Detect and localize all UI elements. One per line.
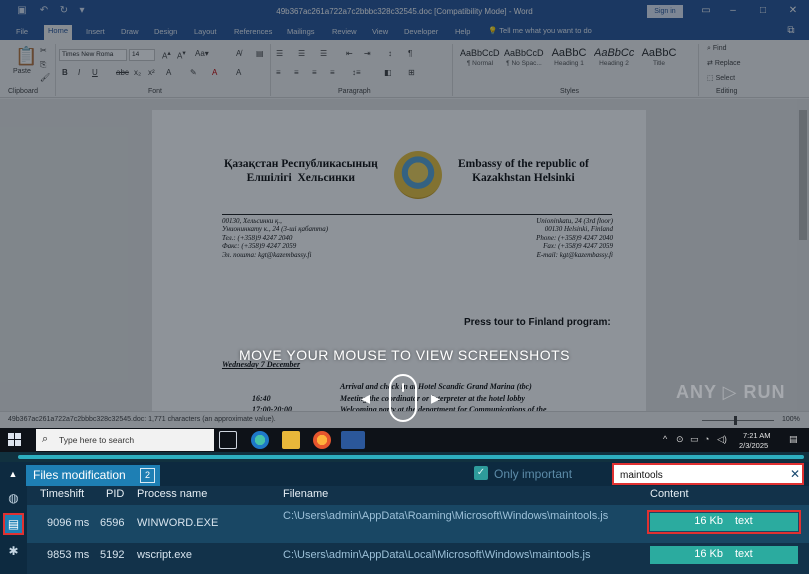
column-header-timeshift[interactable]: Timeshift (40, 488, 84, 500)
content-highlight: 16 Kb text (647, 510, 801, 534)
arrow-left-icon: ◂ (361, 388, 371, 408)
panel-side-rail: ◍ ▤ ✱ (0, 486, 27, 574)
screenshot-dim-overlay (0, 0, 809, 428)
notifications-icon[interactable]: ▤ (789, 434, 798, 445)
collapse-arrow-icon[interactable]: ▲ (4, 465, 22, 483)
windows-taskbar: ⌕ Type here to search ^ ⊙ ▭ ◔ ◁) 7:21 AM… (0, 428, 809, 452)
clear-filter-icon[interactable]: ✕ (788, 466, 802, 482)
content-badge[interactable]: 16 Kb text (650, 546, 798, 564)
network-icon[interactable]: ⊙ (676, 434, 684, 445)
filter-input[interactable] (620, 468, 780, 482)
task-view-icon[interactable] (219, 431, 237, 449)
clock-time[interactable]: 7:21 AM (743, 431, 771, 440)
bug-icon[interactable]: ✱ (3, 540, 24, 562)
battery-icon[interactable]: ▭ (690, 434, 699, 445)
search-icon: ⌕ (42, 433, 49, 445)
filter-field[interactable]: ✕ (612, 463, 804, 485)
checkbox-checked-icon[interactable]: ✓ (474, 466, 488, 480)
cell-filename: C:\Users\admin\AppData\Roaming\Microsoft… (283, 510, 609, 522)
cell-timeshift: 9853 ms (47, 549, 90, 561)
column-header-process[interactable]: Process name (137, 488, 207, 500)
sandbox-viewer: ▣ ↶ ↻ ▾ 49b367ac261a722a7c2bbbc328c32545… (0, 0, 809, 574)
table-row[interactable]: 9853 ms 5192 wscript.exe C:\Users\admin\… (27, 543, 809, 574)
column-header-content[interactable]: Content (650, 488, 689, 500)
cell-filename: C:\Users\admin\AppData\Local\Microsoft\W… (283, 549, 591, 561)
cell-process: WINWORD.EXE (137, 517, 219, 529)
content-badge[interactable]: 16 Kb text (650, 513, 798, 531)
taskbar-search-placeholder: Type here to search (59, 435, 135, 445)
volume-icon[interactable]: ◁) (717, 434, 727, 445)
panel-header: ▲ Files modification 2 ✓ Only important … (0, 462, 809, 486)
count-badge: 2 (140, 468, 155, 483)
tray-overflow-icon[interactable]: ^ (663, 434, 667, 444)
arrow-right-icon: ▸ (431, 388, 441, 408)
content-kind: text (735, 515, 753, 527)
cell-pid: 6596 (100, 517, 125, 529)
cell-timeshift: 9096 ms (47, 517, 90, 529)
hover-hint: MOVE YOUR MOUSE TO VIEW SCREENSHOTS (239, 347, 570, 363)
firefox-icon[interactable] (313, 431, 331, 449)
anyrun-watermark: ANY ▷ RUN (676, 382, 786, 402)
timeline-progress[interactable] (18, 455, 804, 459)
column-header-filename[interactable]: Filename (283, 488, 328, 500)
column-header-pid[interactable]: PID (106, 488, 124, 500)
content-size: 16 Kb (694, 515, 723, 527)
word-taskbar-icon[interactable] (341, 431, 365, 449)
only-important-label: Only important (494, 467, 573, 481)
windows-start-icon[interactable] (8, 433, 22, 447)
file-icon[interactable]: ▤ (3, 513, 24, 535)
table-row[interactable]: 9096 ms 6596 WINWORD.EXE C:\Users\admin\… (27, 505, 809, 543)
network-globe-icon[interactable]: ◍ (3, 487, 24, 509)
file-explorer-icon[interactable] (282, 431, 300, 449)
files-modification-tab[interactable]: Files modification 2 (26, 465, 160, 486)
taskbar-search[interactable]: ⌕ Type here to search (36, 429, 214, 451)
files-modification-panel: ▲ Files modification 2 ✓ Only important … (0, 462, 809, 574)
edge-icon[interactable] (251, 431, 269, 449)
content-size: 16 Kb (694, 548, 723, 560)
clock-date[interactable]: 2/3/2025 (739, 441, 768, 450)
word-window-screenshot[interactable]: ▣ ↶ ↻ ▾ 49b367ac261a722a7c2bbbc328c32545… (0, 0, 809, 428)
cell-process: wscript.exe (137, 549, 193, 561)
mouse-icon (389, 374, 417, 422)
wifi-icon[interactable]: ◔ (704, 434, 709, 444)
content-kind: text (735, 548, 753, 560)
cell-pid: 5192 (100, 549, 125, 561)
panel-title: Files modification (33, 468, 126, 482)
table-header: Timeshift PID Process name Filename Cont… (27, 486, 809, 503)
